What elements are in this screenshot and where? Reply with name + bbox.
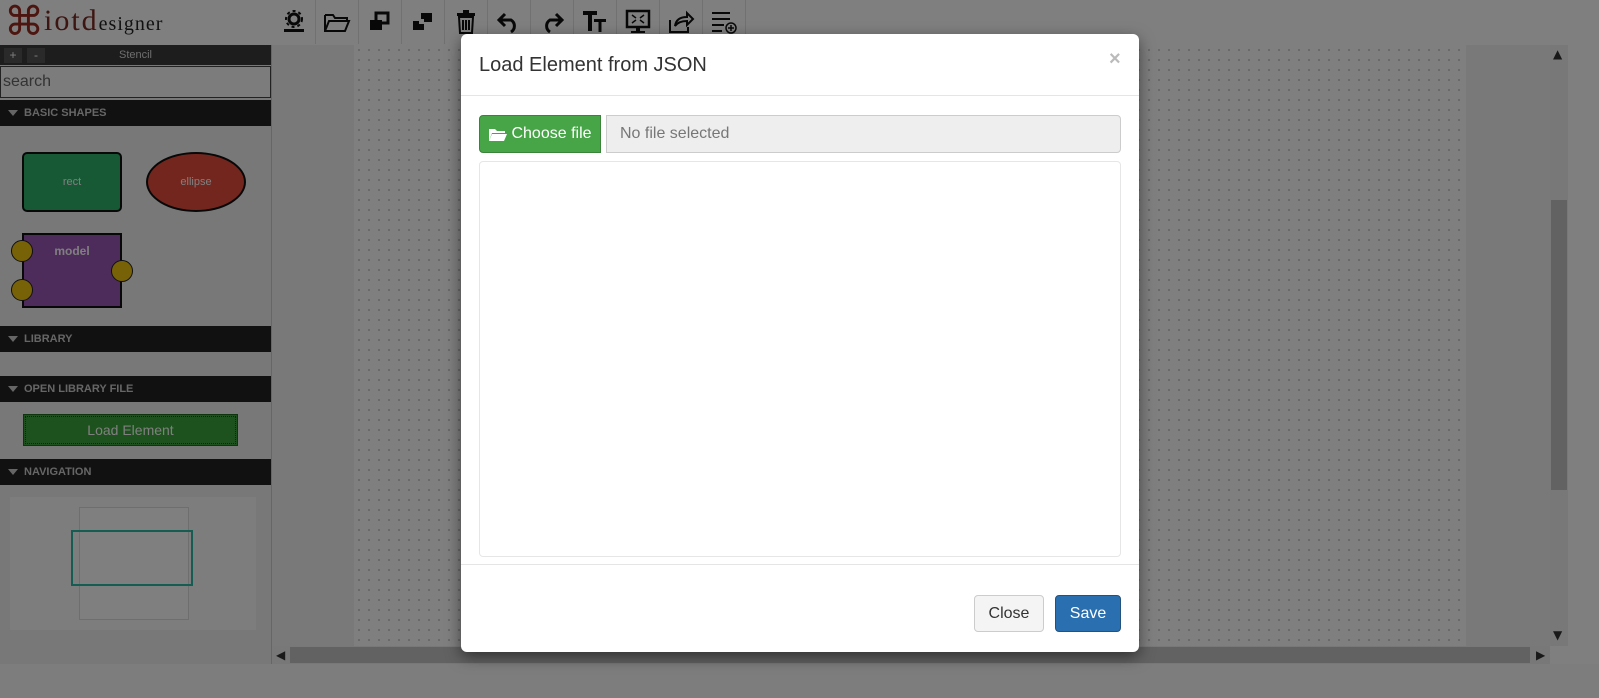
choose-file-label: Choose file bbox=[511, 125, 592, 142]
close-icon[interactable]: × bbox=[1109, 48, 1121, 71]
folder-open-icon bbox=[489, 129, 508, 141]
load-element-modal: Load Element from JSON × Choose file No … bbox=[461, 34, 1139, 652]
modal-title: Load Element from JSON bbox=[479, 54, 707, 76]
modal-header-divider bbox=[461, 95, 1139, 96]
close-button[interactable]: Close bbox=[974, 595, 1044, 632]
choose-file-button[interactable]: Choose file bbox=[479, 115, 601, 153]
selected-file-field: No file selected bbox=[606, 115, 1121, 153]
save-button[interactable]: Save bbox=[1055, 595, 1121, 632]
modal-footer-divider bbox=[461, 564, 1139, 565]
json-preview-area[interactable] bbox=[479, 161, 1121, 557]
